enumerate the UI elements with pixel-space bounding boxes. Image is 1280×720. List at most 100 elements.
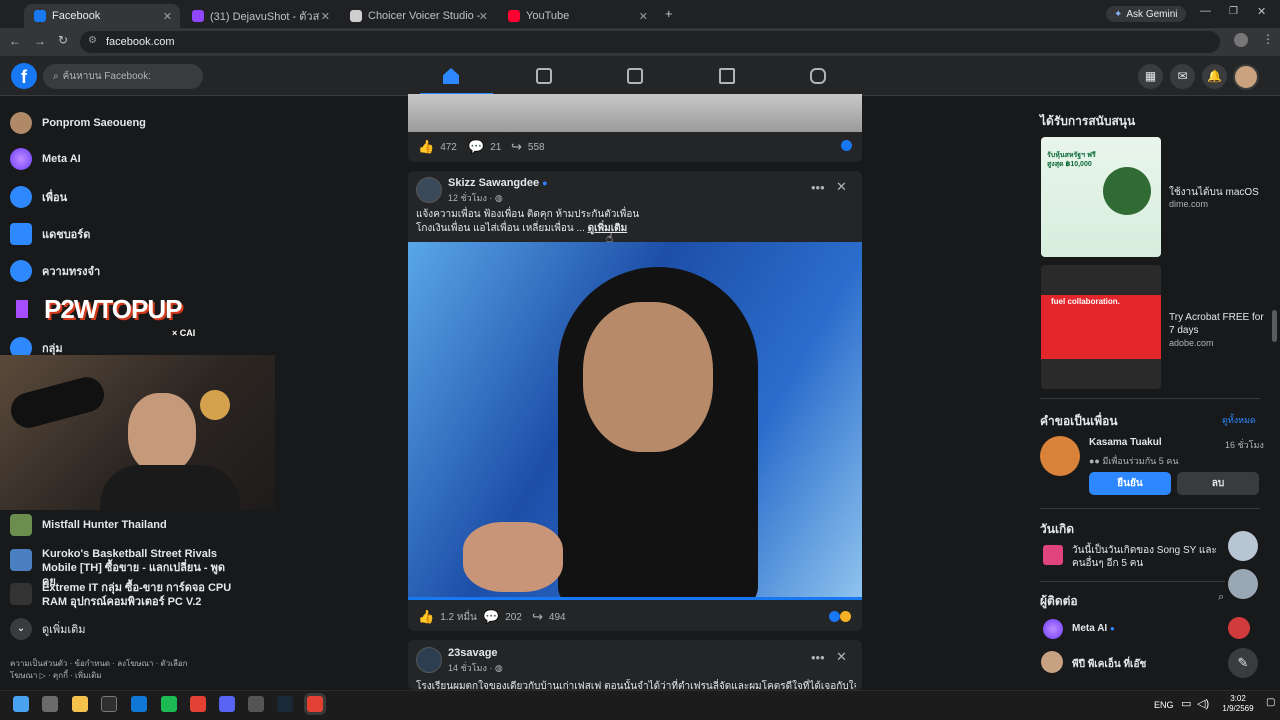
author-name[interactable]: Skizz Sawangdee ● <box>448 177 548 189</box>
forward-icon[interactable]: → <box>34 34 46 48</box>
avatar <box>10 112 32 134</box>
tab-dejavushot[interactable]: (31) DejavuShot - ตัวสร้างวิดีโอ ✕ <box>182 4 338 28</box>
ask-gemini-button[interactable]: ✦ Ask Gemini <box>1106 6 1186 22</box>
network-icon[interactable]: ▭ <box>1181 697 1191 710</box>
back-icon[interactable]: ← <box>9 34 21 48</box>
scrollbar-thumb[interactable] <box>1272 310 1277 342</box>
profile-avatar[interactable] <box>1234 33 1248 47</box>
site-info-icon[interactable]: ⚙ <box>88 35 97 46</box>
author-avatar[interactable] <box>416 177 442 203</box>
saved-bookmark-icon[interactable] <box>16 300 28 318</box>
app-icon[interactable] <box>248 696 264 712</box>
clock-icon <box>10 260 32 282</box>
sidebar-item-group-mistfall[interactable]: Mistfall Hunter Thailand <box>10 514 167 536</box>
tree-image <box>1103 167 1151 215</box>
menu-dots-icon[interactable]: ⋮ <box>1262 32 1274 46</box>
new-message-icon[interactable]: ✎ <box>1228 648 1258 678</box>
windows-start-icon[interactable] <box>13 696 29 712</box>
group-avatar <box>10 514 32 536</box>
file-explorer-icon[interactable] <box>72 696 88 712</box>
confirm-button[interactable]: ยืนยัน <box>1089 472 1171 495</box>
close-tab-icon[interactable]: ✕ <box>479 10 488 23</box>
gift-icon <box>1043 545 1063 565</box>
ad-title[interactable]: ใช้งานได้บน macOS <box>1169 185 1259 200</box>
post-timestamp[interactable]: 14 ชั่วโมง · ◍ <box>448 661 503 675</box>
comment-button[interactable]: 💬 21 <box>468 139 501 155</box>
account-avatar[interactable] <box>1233 64 1259 90</box>
share-button[interactable]: ↪ 494 <box>532 609 566 625</box>
more-options-icon[interactable]: ••• <box>811 180 825 195</box>
notifications-bell-icon[interactable]: 🔔 <box>1202 64 1227 89</box>
author-name[interactable]: 23savage <box>448 647 498 659</box>
contact-avatar[interactable] <box>1228 617 1250 639</box>
sidebar-item-dashboard[interactable]: แดชบอร์ด <box>10 223 90 245</box>
requester-avatar[interactable] <box>1040 436 1080 476</box>
restore-icon[interactable]: ❐ <box>1229 6 1238 17</box>
meta-ai-icon[interactable] <box>1043 619 1063 639</box>
contact-name[interactable]: พีปี พีเคเอ็น ที่เอ๊ช <box>1072 657 1146 672</box>
tab-choicer[interactable]: Choicer Voicer Studio — Free C ✕ <box>340 4 496 28</box>
birthday-avatar[interactable] <box>1228 569 1258 599</box>
close-window-icon[interactable]: ✕ <box>1257 5 1266 18</box>
minimize-icon[interactable]: — <box>1200 5 1211 17</box>
share-button[interactable]: ↪ 558 <box>511 139 545 155</box>
search-input[interactable]: ⌕ ค้นหาบน Facebook: <box>43 64 203 89</box>
chevron-down-icon: ⌄ <box>10 618 32 640</box>
close-tab-icon[interactable]: ✕ <box>321 10 330 23</box>
contact-avatar[interactable] <box>1041 651 1063 673</box>
video-progress-bar[interactable] <box>408 597 862 600</box>
see-more-button[interactable]: ⌄ ดูเพิ่มเติม <box>10 618 86 640</box>
contact-meta-ai[interactable]: Meta AI ● <box>1072 623 1115 634</box>
task-view-icon[interactable] <box>42 696 58 712</box>
ad-image-adobe[interactable]: fuel collaboration. <box>1041 265 1161 389</box>
search-contacts-icon[interactable]: ⌕ <box>1218 591 1224 604</box>
ad-image-dime[interactable]: รับหุ้นสหรัฐฯ ฟรี สูงสุด ฿10,000 <box>1041 137 1161 257</box>
menu-grid-icon[interactable]: ▦ <box>1138 64 1163 89</box>
gaming-icon[interactable] <box>810 68 826 84</box>
chrome-active-icon[interactable] <box>307 696 323 712</box>
store-icon[interactable] <box>101 696 117 712</box>
new-tab-button[interactable]: + <box>665 6 673 21</box>
address-bar[interactable]: ⚙ facebook.com <box>80 31 1220 53</box>
footer-links: ความเป็นส่วนตัว · ข้อกำหนด · ลงโฆษณา · ต… <box>10 659 188 680</box>
outlook-icon[interactable] <box>131 696 147 712</box>
volume-icon[interactable]: ◁) <box>1197 697 1209 710</box>
close-icon[interactable]: ✕ <box>836 179 847 195</box>
birthday-text[interactable]: วันนี้เป็นวันเกิดของ Song SY และคนอื่นๆ … <box>1072 544 1217 570</box>
reload-icon[interactable]: ↻ <box>58 33 68 47</box>
post-video[interactable] <box>408 242 862 599</box>
clock[interactable]: 3:02 1/9/2569 <box>1218 694 1258 714</box>
see-all-link[interactable]: ดูทั้งหมด <box>1222 413 1256 427</box>
author-avatar[interactable] <box>416 647 442 673</box>
close-tab-icon[interactable]: ✕ <box>639 10 648 23</box>
notification-center-icon[interactable]: ▢ <box>1266 697 1275 708</box>
like-button[interactable]: 👍 1.2 หมื่น <box>418 609 477 625</box>
tab-facebook[interactable]: Facebook ✕ <box>24 4 180 28</box>
discord-icon[interactable] <box>219 696 235 712</box>
post-timestamp[interactable]: 12 ชั่วโมง · ◍ <box>448 191 503 205</box>
chrome-icon[interactable] <box>190 696 206 712</box>
sidebar-item-friends[interactable]: เพื่อน <box>10 186 67 208</box>
requester-name[interactable]: Kasama Tuakul <box>1089 437 1162 448</box>
close-icon[interactable]: ✕ <box>836 649 847 665</box>
birthday-avatar[interactable] <box>1228 531 1258 561</box>
steam-icon[interactable] <box>277 696 293 712</box>
spotify-icon[interactable] <box>161 696 177 712</box>
more-options-icon[interactable]: ••• <box>811 650 825 665</box>
sidebar-item-meta-ai[interactable]: Meta AI <box>10 148 81 170</box>
messenger-icon[interactable]: ✉ <box>1170 64 1195 89</box>
sidebar-item-profile[interactable]: Ponprom Saeoueng <box>10 112 146 134</box>
delete-button[interactable]: ลบ <box>1177 472 1259 495</box>
tab-youtube[interactable]: YouTube ✕ <box>498 4 656 28</box>
dashboard-icon[interactable] <box>627 68 643 84</box>
facebook-logo[interactable]: f <box>11 63 37 89</box>
sidebar-item-memories[interactable]: ความทรงจำ <box>10 260 100 282</box>
close-tab-icon[interactable]: ✕ <box>163 10 172 23</box>
video-icon[interactable] <box>536 68 552 84</box>
ad-title[interactable]: Try Acrobat FREE for 7 days <box>1169 311 1269 337</box>
language-indicator[interactable]: ENG <box>1154 700 1174 710</box>
sidebar-item-group-extreme-it[interactable]: Extreme IT กลุ่ม ซื้อ-ขาย การ์ดจอ CPU RA… <box>10 581 250 609</box>
like-button[interactable]: 👍 472 <box>418 139 457 155</box>
comment-button[interactable]: 💬 202 <box>483 609 522 625</box>
marketplace-icon[interactable] <box>719 68 735 84</box>
